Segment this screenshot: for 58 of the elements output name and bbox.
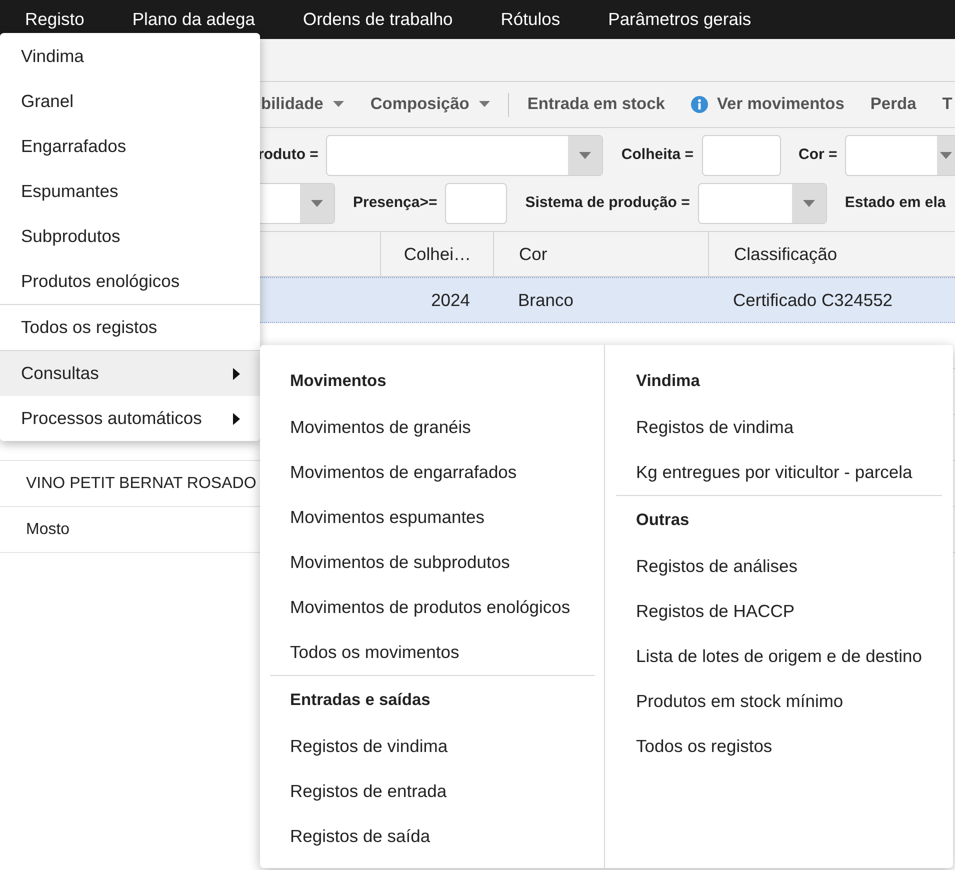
filter-label: roduto = (258, 145, 318, 166)
table-cell-text: Certificado C324552 (733, 288, 893, 312)
menu-item[interactable]: Subprodutos (0, 214, 260, 259)
toolbar-button[interactable]: Ver movimentos (690, 94, 844, 114)
column-header: Cor (493, 232, 708, 276)
caret-icon (802, 200, 815, 207)
menu-bar-item[interactable]: Ordens de trabalho (278, 0, 477, 39)
filter-label: Presença>= (353, 193, 438, 214)
filter-label: Sistema de produção = (525, 193, 690, 214)
caret-icon (579, 152, 592, 159)
menu-item[interactable]: Consultas (0, 351, 260, 396)
select-field[interactable] (260, 183, 335, 224)
input-field[interactable] (445, 183, 508, 224)
menu-item[interactable]: Engarrafados (0, 124, 260, 169)
toolbar-button[interactable]: Composição (370, 94, 490, 114)
menu-item[interactable]: Registos de saída (260, 814, 430, 859)
select-field[interactable] (698, 183, 827, 224)
menu-item[interactable]: Todos os movimentos (260, 630, 460, 675)
filter-label: Cor = (798, 145, 838, 166)
table-cell-text: Mosto (26, 520, 70, 540)
menu-item[interactable]: Registos de entrada (260, 769, 447, 814)
menu-item[interactable]: Produtos enológicos (0, 259, 260, 304)
toolbar-button[interactable]: Entrada em stock (527, 94, 665, 114)
menu-item[interactable]: Registos de vindima (260, 724, 448, 769)
menu-bar-item[interactable]: Parâmetros gerais (584, 0, 776, 39)
menu-item[interactable]: Movimentos espumantes (260, 495, 485, 540)
menu-section-heading: Vindima (635, 370, 701, 392)
select-field[interactable] (326, 135, 604, 176)
menu-item[interactable]: Movimentos de subprodutos (260, 540, 510, 585)
filter-label: Estado em ela (844, 193, 946, 214)
column-header: Colhei… (380, 232, 493, 276)
info-icon (690, 96, 708, 113)
menu-item[interactable]: Movimentos de engarrafados (260, 450, 517, 495)
caret-icon (333, 101, 344, 108)
toolbar-button[interactable]: bilidade (261, 94, 344, 114)
column-header: Classificação (708, 232, 955, 276)
menu-section-heading: Movimentos (289, 370, 388, 392)
menu-section-heading: Entradas e saídas (289, 690, 432, 711)
input-field[interactable] (702, 135, 781, 176)
filter-label: Colheita = (621, 145, 694, 166)
menu-item[interactable]: Todos os registos (0, 305, 260, 350)
menu-item[interactable]: Vindima (0, 34, 260, 79)
caret-icon (479, 101, 490, 108)
select-field[interactable] (845, 135, 955, 176)
menu-item[interactable]: Processos automáticos (0, 396, 260, 441)
menu-bar-item[interactable]: Rótulos (476, 0, 584, 39)
toolbar-button[interactable]: Perda (870, 94, 916, 114)
menu-item[interactable]: Espumantes (0, 169, 260, 214)
menu-item[interactable]: Granel (0, 79, 260, 124)
caret-icon (311, 200, 323, 207)
caret-icon (940, 152, 952, 159)
toolbar-button[interactable]: T (942, 94, 952, 114)
table-cell-text: Branco (518, 288, 574, 312)
table-cell-text: VINO PETIT BERNAT ROSADO (26, 474, 256, 494)
menu-section-heading: Outras (635, 510, 690, 531)
table-cell-text: 2024 (431, 288, 470, 312)
menu-item[interactable]: Movimentos de produtos enológicos (260, 585, 570, 630)
menu-item[interactable]: Movimentos de granéis (260, 405, 471, 450)
